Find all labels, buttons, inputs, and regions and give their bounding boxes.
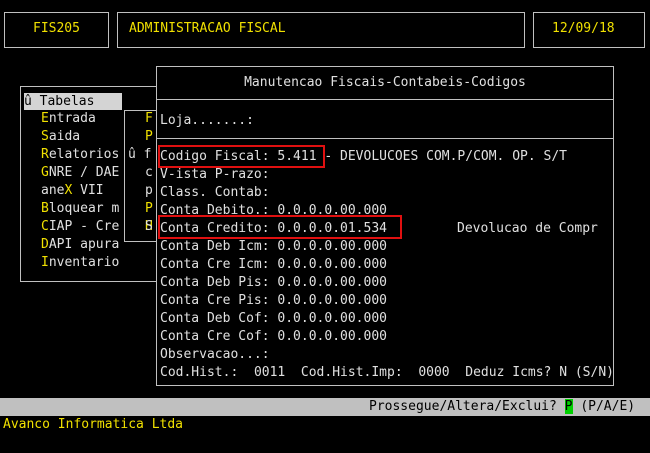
menu-item-relatorios[interactable]: Relatorios — [41, 146, 119, 164]
sub-menu-item[interactable]: F — [145, 110, 153, 128]
conta-deb-cof-row: Conta Deb Cof: 0.0.0.0.00.000 — [160, 310, 387, 327]
menu-item-label: API apura — [48, 237, 120, 252]
status-prompt: Prossegue/Altera/Exclui? P (P/A/E) — [369, 399, 635, 415]
menu-item-inventario[interactable]: Inventario — [41, 254, 119, 272]
company-name: Avanco Informatica Ltda — [3, 417, 184, 432]
hotkey: I — [41, 255, 49, 270]
sub-menu-item[interactable]: c — [145, 164, 153, 182]
conta-credito-description: Devolucao de Compr — [457, 221, 598, 236]
hotkey: C — [41, 219, 49, 234]
menu-item-dapi[interactable]: DAPI apura — [41, 236, 119, 254]
field-label: Conta Cre Cof: — [160, 329, 270, 344]
deduz-icms-input[interactable]: N — [559, 365, 567, 380]
field-label: Conta Deb Pis: — [160, 275, 270, 290]
cod-hist-imp-input[interactable]: 0000 — [418, 365, 449, 380]
highlight-codigo-fiscal — [158, 145, 325, 168]
conta-cre-cof-input[interactable]: 0.0.0.0.00.000 — [277, 329, 387, 344]
field-label: Conta Cre Icm: — [160, 257, 270, 272]
hotkey: S — [41, 129, 49, 144]
hotkey: E — [41, 111, 49, 126]
field-label: V-ista P-razo: — [160, 167, 270, 182]
conta-deb-pis-input[interactable]: 0.0.0.0.00.000 — [277, 275, 387, 290]
status-input[interactable]: P — [564, 399, 573, 414]
conta-deb-icm-input[interactable]: 0.0.0.0.00.000 — [277, 239, 387, 254]
highlight-conta-credito — [158, 215, 402, 239]
conta-cre-pis-row: Conta Cre Pis: 0.0.0.0.00.000 — [160, 292, 387, 309]
menu-item-label-pre: ane — [41, 183, 65, 198]
class-contab-row[interactable]: Class. Contab: — [160, 184, 270, 201]
sub-menu-item[interactable]: S — [145, 218, 153, 236]
sub-menu-item-selected[interactable]: û f — [128, 146, 151, 164]
menu-item-gnre[interactable]: GNRE / DAE — [41, 164, 119, 182]
module-title: ADMINISTRACAO FISCAL — [129, 21, 286, 36]
deduz-icms-label: Deduz Icms? — [465, 365, 552, 380]
date: 12/09/18 — [552, 21, 615, 36]
conta-cre-icm-input[interactable]: 0.0.0.0.00.000 — [277, 257, 387, 272]
menu-item-anexo[interactable]: aneX VII — [41, 182, 104, 200]
menu-item-label: ntrada — [48, 111, 96, 126]
dialog-title: Manutencao Fiscais-Contabeis-Codigos — [244, 75, 526, 90]
sub-menu-item[interactable]: P — [145, 128, 153, 146]
status-prompt-text: Prossegue/Altera/Exclui? — [369, 399, 557, 414]
loja-divider — [156, 138, 614, 139]
field-label: Conta Deb Icm: — [160, 239, 270, 254]
field-label: Observacao...: — [160, 347, 270, 362]
cod-hist-imp-label: Cod.Hist.Imp: — [300, 365, 403, 380]
field-label: Class. Contab: — [160, 185, 270, 200]
menu-item-ciap[interactable]: CIAP - Cre — [41, 218, 119, 236]
cod-hist-label: Cod.Hist.: — [160, 365, 239, 380]
conta-cre-icm-row: Conta Cre Icm: 0.0.0.0.00.000 — [160, 256, 387, 273]
status-options: (P/A/E) — [580, 399, 636, 414]
menu-item-label: elatorios — [48, 147, 120, 162]
menu-item-label: nventario — [48, 255, 120, 270]
program-code: FIS205 — [33, 21, 80, 36]
hotkey: D — [41, 237, 49, 252]
codigo-fiscal-description: - DEVOLUCOES COM.P/COM. OP. S/T — [324, 149, 568, 164]
menu-item-label: aida — [48, 129, 81, 144]
conta-deb-icm-row: Conta Deb Icm: 0.0.0.0.00.000 — [160, 238, 387, 255]
loja-label: Loja.......: — [160, 113, 254, 128]
sub-menu-item[interactable]: p — [145, 182, 153, 200]
field-label: Conta Deb Cof: — [160, 311, 270, 326]
menu-item-label: loquear m — [48, 201, 120, 216]
conta-cre-pis-input[interactable]: 0.0.0.0.00.000 — [277, 293, 387, 308]
dialog-title-divider — [156, 99, 614, 100]
conta-cre-cof-row: Conta Cre Cof: 0.0.0.0.00.000 — [160, 328, 387, 345]
bottom-row: Cod.Hist.: 0011 Cod.Hist.Imp: 0000 Deduz… — [160, 364, 614, 381]
sub-menu-item[interactable]: P — [145, 200, 153, 218]
menu-item-label: VII — [72, 183, 104, 198]
hotkey: R — [41, 147, 49, 162]
hotkey: B — [41, 201, 49, 216]
field-label: Conta Cre Pis: — [160, 293, 270, 308]
loja-field[interactable]: Loja.......: — [160, 112, 254, 129]
cod-hist-input[interactable]: 0011 — [254, 365, 285, 380]
menu-item-label: NRE / DAE — [48, 165, 120, 180]
conta-deb-pis-row: Conta Deb Pis: 0.0.0.0.00.000 — [160, 274, 387, 291]
hotkey: G — [41, 165, 49, 180]
menu-title-tabelas[interactable]: û Tabelas — [24, 93, 122, 110]
observacao-row[interactable]: Observacao...: — [160, 346, 270, 363]
menu-item-saida[interactable]: Saida — [41, 128, 80, 146]
menu-item-entrada[interactable]: Entrada — [41, 110, 96, 128]
menu-item-bloquear[interactable]: Bloquear m — [41, 200, 119, 218]
conta-deb-cof-input[interactable]: 0.0.0.0.00.000 — [277, 311, 387, 326]
deduz-icms-options: (S/N) — [574, 365, 614, 380]
vista-prazo-row[interactable]: V-ista P-razo: — [160, 166, 270, 183]
menu-item-label: IAP - Cre — [48, 219, 120, 234]
